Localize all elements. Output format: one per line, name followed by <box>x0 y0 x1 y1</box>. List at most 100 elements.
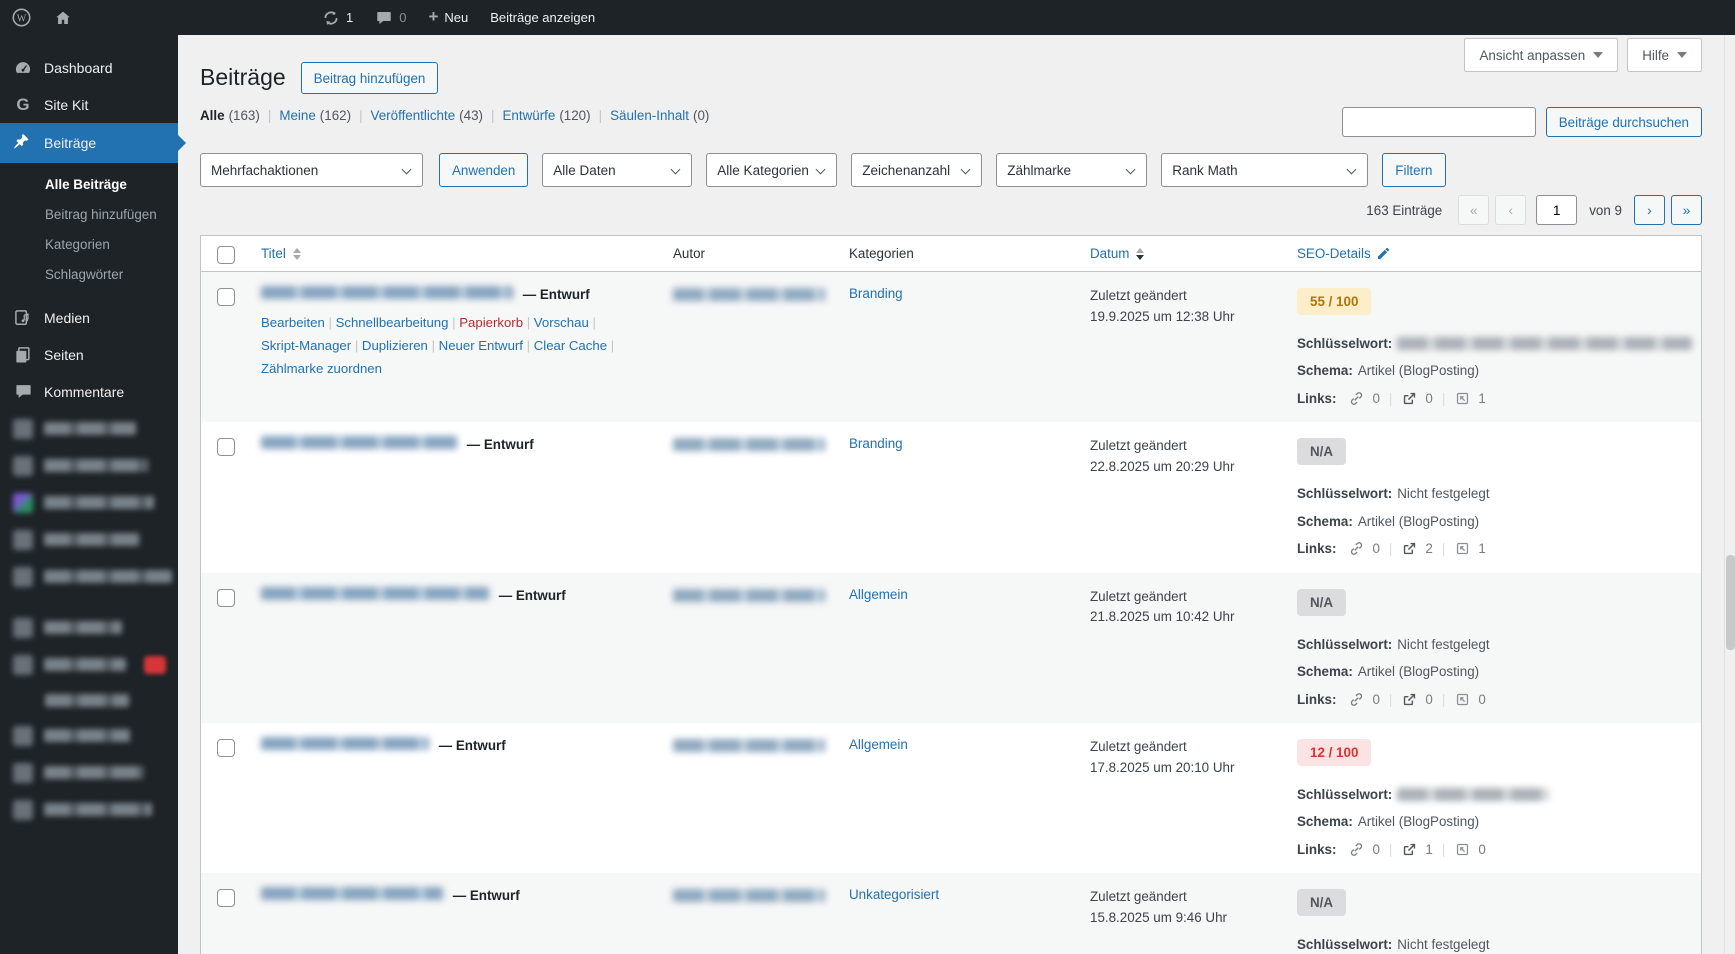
sidebar-item-redacted[interactable] <box>0 609 178 646</box>
action-duplicate[interactable]: Duplizieren <box>362 338 428 353</box>
sidebar-item-redacted[interactable] <box>0 521 178 558</box>
action-assign-zaehlmarke[interactable]: Zählmarke zuordnen <box>261 361 382 376</box>
action-trash[interactable]: Papierkorb <box>459 315 523 330</box>
view-all[interactable]: Alle <box>200 108 225 123</box>
select-all-checkbox[interactable] <box>217 246 235 264</box>
search-input[interactable] <box>1341 107 1536 137</box>
sidebar-item-posts[interactable]: Beiträge <box>0 123 186 163</box>
rank-math-filter-select[interactable]: Rank Math <box>1161 153 1369 187</box>
view-mine[interactable]: Meine <box>279 108 315 123</box>
category-filter-select[interactable]: Alle Kategorien <box>706 153 838 187</box>
sidebar-item-redacted[interactable] <box>0 791 178 828</box>
add-post-button[interactable]: Beitrag hinzufügen <box>300 62 439 94</box>
submenu-tags[interactable]: Schlagwörter <box>0 259 178 289</box>
submenu-all-posts[interactable]: Alle Beiträge <box>0 169 178 199</box>
action-quick-edit[interactable]: Schnellbearbeitung <box>336 315 449 330</box>
row-checkbox[interactable] <box>217 889 235 908</box>
post-title-link[interactable] <box>261 887 443 901</box>
sidebar-item-redacted[interactable] <box>0 754 178 791</box>
sidebar-item-redacted[interactable] <box>0 484 178 521</box>
filter-button[interactable]: Filtern <box>1382 153 1446 187</box>
sidebar-item-redacted[interactable] <box>0 447 178 484</box>
sidebar-item-comments[interactable]: Kommentare <box>0 373 178 410</box>
seo-details-header[interactable]: SEO-Details <box>1297 246 1391 261</box>
action-script-manager[interactable]: Skript-Manager <box>261 338 351 353</box>
view-posts-link[interactable]: Beiträge anzeigen <box>479 0 606 35</box>
char-count-filter-select[interactable]: Zeichenanzahl <box>851 153 983 187</box>
sidebar-item-dashboard[interactable]: Dashboard <box>0 49 178 86</box>
sidebar-item-redacted[interactable] <box>0 717 178 754</box>
category-link[interactable]: Allgemein <box>849 737 908 752</box>
sidebar-subitem-redacted[interactable] <box>0 683 178 717</box>
modified-label: Zuletzt geändert <box>1090 889 1187 905</box>
modified-date: 17.8.2025 um 20:10 Uhr <box>1090 759 1235 775</box>
modified-label: Zuletzt geändert <box>1090 738 1187 754</box>
redacted-author[interactable] <box>673 739 825 752</box>
comments-menu[interactable]: 0 <box>364 0 417 35</box>
last-page-button[interactable]: » <box>1671 195 1702 225</box>
category-link[interactable]: Branding <box>849 286 903 301</box>
action-preview[interactable]: Vorschau <box>534 315 589 330</box>
modified-date: 19.9.2025 um 12:38 Uhr <box>1090 308 1235 324</box>
current-page-input[interactable] <box>1536 195 1578 225</box>
modified-label: Zuletzt geändert <box>1090 438 1187 454</box>
bulk-actions-select[interactable]: Mehrfachaktionen <box>200 153 423 187</box>
sidebar-item-redacted[interactable] <box>0 558 178 595</box>
date-filter-select[interactable]: Alle Daten <box>542 153 693 187</box>
sidebar-item-redacted[interactable] <box>0 646 178 683</box>
action-new-draft[interactable]: Neuer Entwurf <box>439 338 523 353</box>
seo-score-badge: 55 / 100 <box>1297 288 1372 315</box>
view-published[interactable]: Veröffentlichte <box>371 108 456 123</box>
redacted-title <box>261 286 513 299</box>
post-title-link[interactable] <box>261 286 513 299</box>
scrollbar-thumb[interactable] <box>1726 555 1735 650</box>
search-posts-button[interactable]: Beiträge durchsuchen <box>1545 107 1702 137</box>
sidebar-item-media[interactable]: Medien <box>0 299 178 336</box>
category-link[interactable]: Unkategorisiert <box>849 887 939 902</box>
row-checkbox[interactable] <box>217 738 235 757</box>
redacted-author[interactable] <box>673 588 825 602</box>
sort-by-title-header[interactable]: Titel <box>261 246 301 261</box>
redacted-author[interactable] <box>673 288 825 302</box>
sort-arrows-icon <box>292 247 301 260</box>
redacted-label <box>44 422 136 435</box>
prev-page-button[interactable]: ‹ <box>1495 195 1527 225</box>
view-pillar-content[interactable]: Säulen-Inhalt <box>610 108 689 123</box>
row-checkbox[interactable] <box>217 438 235 457</box>
submenu-categories[interactable]: Kategorien <box>0 229 178 259</box>
new-content-menu[interactable]: + Neu <box>417 0 479 35</box>
redacted-icon <box>13 654 33 675</box>
apply-button[interactable]: Anwenden <box>439 153 529 187</box>
post-title-link[interactable] <box>261 586 489 600</box>
post-title-link[interactable] <box>261 736 429 750</box>
new-label: Neu <box>444 10 469 25</box>
keyword-label: Schlüsselwort: <box>1297 937 1393 953</box>
external-link-icon <box>1401 540 1418 557</box>
sidebar-item-pages[interactable]: Seiten <box>0 336 178 373</box>
row-checkbox[interactable] <box>217 588 235 607</box>
view-drafts[interactable]: Entwürfe <box>502 108 555 123</box>
page-scrollbar[interactable] <box>1724 35 1735 954</box>
submenu-add-post[interactable]: Beitrag hinzufügen <box>0 199 178 229</box>
redacted-author[interactable] <box>673 438 825 452</box>
chevron-down-icon <box>401 164 412 175</box>
next-page-button[interactable]: › <box>1634 195 1665 225</box>
sidebar-item-redacted[interactable] <box>0 410 178 447</box>
action-clear-cache[interactable]: Clear Cache <box>534 338 607 353</box>
help-button[interactable]: Hilfe <box>1627 38 1702 72</box>
category-link[interactable]: Branding <box>849 436 903 451</box>
category-link[interactable]: Allgemein <box>849 587 908 602</box>
row-checkbox[interactable] <box>217 288 235 306</box>
redacted-icon <box>13 566 33 587</box>
post-title-link[interactable] <box>261 436 457 450</box>
updates-menu[interactable]: 1 <box>311 0 364 35</box>
zaehlmarke-filter-select[interactable]: Zählmarke <box>996 153 1148 187</box>
wordpress-logo-menu[interactable]: W <box>0 0 43 35</box>
first-page-button[interactable]: « <box>1458 195 1490 225</box>
action-edit[interactable]: Bearbeiten <box>261 315 325 330</box>
sidebar-item-site-kit[interactable]: G Site Kit <box>0 86 178 123</box>
sort-by-date-header[interactable]: Datum <box>1090 246 1145 261</box>
redacted-author[interactable] <box>673 889 825 903</box>
screen-options-button[interactable]: Ansicht anpassen <box>1464 38 1619 72</box>
site-home-menu[interactable] <box>43 0 83 35</box>
